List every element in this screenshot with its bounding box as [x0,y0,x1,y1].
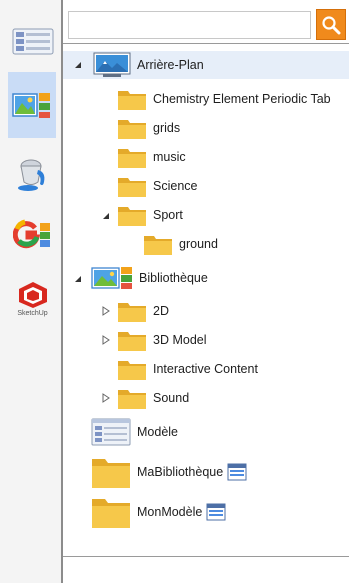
image-library-icon [12,93,50,118]
tree-node-modele[interactable]: Modèle [91,416,178,448]
image-library-icon [91,267,132,289]
tree-node-bibliotheque[interactable]: Bibliothèque [63,265,208,291]
tree-node-label: 2D [153,304,169,318]
folder-icon [118,91,146,110]
search-icon [322,15,341,34]
panel-bottom-border [63,556,349,557]
tree-node-2d[interactable]: 2D [99,298,169,324]
tree-node-music[interactable]: music [117,144,186,170]
tree-node-ground[interactable]: ground [143,231,218,257]
tree-node-label: 3D Model [153,333,207,347]
folder-icon [118,149,146,168]
tree-node-label: Interactive Content [153,362,258,376]
tree-node-label: MaBibliothèque [137,465,224,479]
tree-node-3d-model[interactable]: 3D Model [99,327,207,353]
tree-node-chemistry[interactable]: Chemistry Element Periodic Tab [117,86,331,112]
sidebar-button-google-images[interactable] [10,212,55,257]
tree-node-label: ground [179,237,218,251]
tree-node-ma-bibliotheque[interactable]: MaBibliothèque [91,454,247,490]
tree-node-label: Science [153,179,198,193]
list-view-icon [12,28,53,54]
landscape-screen-icon [93,52,131,77]
media-tree: Arrière-Plan Chemistry Element Periodic … [63,44,349,556]
sketchup-icon [18,281,47,308]
sidebar-button-fill[interactable] [10,150,55,195]
left-toolbar: SketchUp [0,0,62,583]
expand-arrow-down-icon[interactable] [101,211,111,221]
folder-icon [118,120,146,139]
expand-arrow-down-icon[interactable] [73,60,83,70]
paint-bucket-icon [17,159,44,191]
folder-icon [118,361,146,380]
folder-icon [144,236,172,255]
tree-node-label: Sound [153,391,190,405]
folder-icon [118,390,146,409]
tree-node-label: Bibliothèque [139,271,208,285]
search-input[interactable] [68,11,311,39]
expand-arrow-down-icon[interactable] [73,274,83,284]
tree-node-sport[interactable]: Sport [99,202,183,228]
tree-node-label: music [153,150,186,164]
expand-arrow-right-icon[interactable] [101,306,111,316]
tree-node-label: grids [153,121,181,135]
table-badge-icon [227,463,247,481]
tree-node-label: Arrière-Plan [137,58,204,72]
table-badge-icon [206,503,226,521]
tree-node-sound[interactable]: Sound [99,385,189,411]
folder-icon [118,207,146,226]
list-view-icon [91,418,131,446]
large-folder-icon [92,499,130,528]
expand-arrow-right-icon[interactable] [101,393,111,403]
sidebar-button-templates[interactable] [10,18,55,63]
tree-node-science[interactable]: Science [117,173,197,199]
folder-icon [118,303,146,322]
folder-icon [118,178,146,197]
folder-icon [118,332,146,351]
tree-node-grids[interactable]: grids [117,115,180,141]
tree-node-mon-modele[interactable]: MonModèle [91,494,226,530]
google-images-icon [12,219,50,248]
expand-arrow-right-icon[interactable] [101,335,111,345]
tree-node-label: Chemistry Element Periodic Tab [153,92,331,106]
search-button[interactable] [316,9,346,40]
sidebar-button-media-library[interactable] [8,72,56,138]
sketchup-caption: SketchUp [17,309,48,317]
tree-node-interactive-content[interactable]: Interactive Content [117,356,258,382]
tree-node-arriere-plan[interactable]: Arrière-Plan [63,51,349,79]
sidebar-button-sketchup[interactable]: SketchUp [10,276,55,321]
large-folder-icon [92,459,130,488]
tree-node-label: Sport [153,208,183,222]
tree-node-label: Modèle [137,425,178,439]
tree-node-label: MonModèle [137,505,203,519]
